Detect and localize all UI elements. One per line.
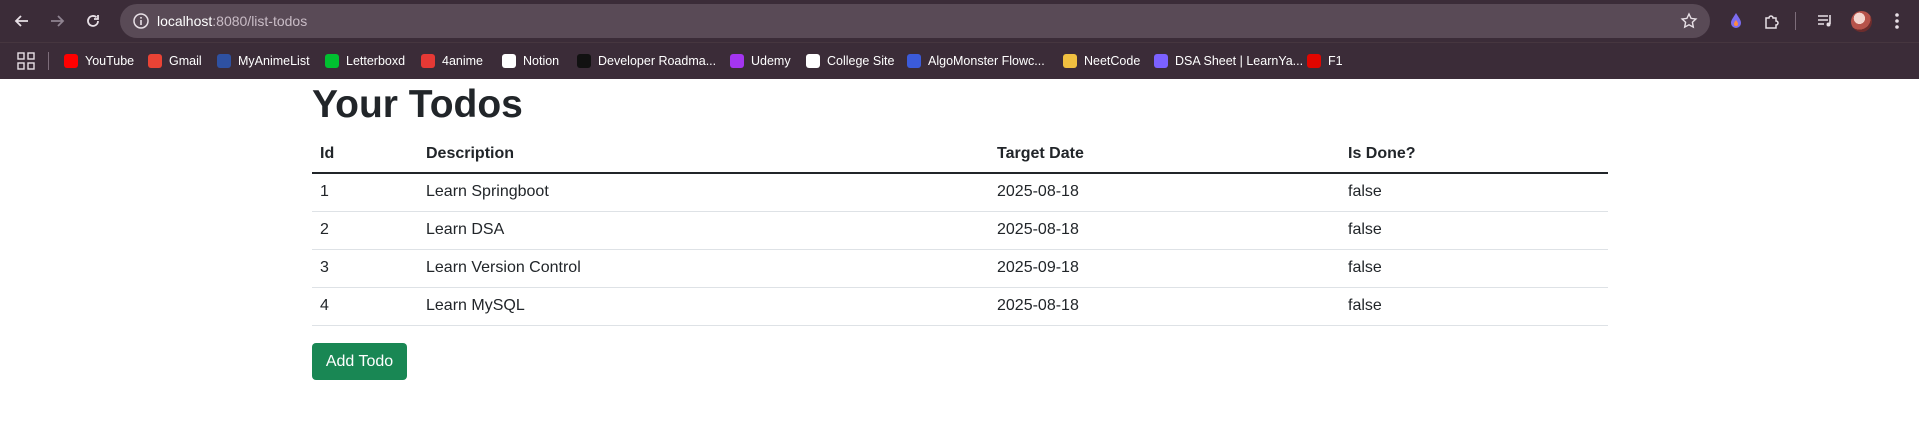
media-controls-icon[interactable] <box>1814 10 1836 32</box>
todos-table: Id Description Target Date Is Done? 1 Le… <box>312 136 1608 326</box>
bookmark-myanimelist[interactable]: MyAnimeList <box>217 52 310 70</box>
page-title: Your Todos <box>312 83 523 126</box>
bookmark-label: YouTube <box>85 54 135 68</box>
bookmark-label: 4anime <box>442 54 483 68</box>
cell-description: Learn MySQL <box>418 287 989 326</box>
bookmark-neetcode[interactable]: NeetCode <box>1063 52 1140 70</box>
notion-icon <box>502 54 516 68</box>
extension-drop-icon[interactable] <box>1725 10 1747 32</box>
bookmark-label: AlgoMonster Flowc... <box>928 54 1045 68</box>
gmail-icon <box>148 54 162 68</box>
bookmarks-bar: YouTube Gmail MyAnimeList Letterboxd 4an… <box>0 42 1919 79</box>
apps-grid-icon[interactable] <box>17 52 35 70</box>
bookmark-label: F1 <box>1328 54 1343 68</box>
cell-id: 1 <box>312 173 418 212</box>
globe-icon <box>806 54 820 68</box>
bookmark-college-site[interactable]: College Site <box>806 52 894 70</box>
bookmark-label: MyAnimeList <box>238 54 310 68</box>
address-bar[interactable]: localhost:8080/list-todos <box>120 4 1710 38</box>
add-todo-button[interactable]: Add Todo <box>312 343 407 380</box>
cell-target-date: 2025-08-18 <box>989 211 1340 250</box>
bookmark-developer-roadmap[interactable]: Developer Roadma... <box>577 52 716 70</box>
profile-avatar[interactable] <box>1851 11 1872 32</box>
bookmark-notion[interactable]: Notion <box>502 52 559 70</box>
toolbar-separator <box>1795 12 1796 30</box>
url-path: :8080/list-todos <box>212 13 308 29</box>
bookmark-dsa-sheet[interactable]: DSA Sheet | LearnYa... <box>1154 52 1303 70</box>
bookmark-label: DSA Sheet | LearnYa... <box>1175 54 1304 68</box>
table-row: 3 Learn Version Control 2025-09-18 false <box>312 249 1608 288</box>
bookmark-label: Letterboxd <box>346 54 406 68</box>
cell-id: 3 <box>312 249 418 288</box>
bookmark-algomonster[interactable]: AlgoMonster Flowc... <box>907 52 1045 70</box>
letterboxd-icon <box>325 54 339 68</box>
udemy-icon <box>730 54 744 68</box>
cell-description: Learn Springboot <box>418 173 989 212</box>
cell-is-done: false <box>1340 287 1608 326</box>
cell-target-date: 2025-08-18 <box>989 287 1340 326</box>
bookmark-f1[interactable]: F1 <box>1307 52 1343 70</box>
bookmark-youtube[interactable]: YouTube <box>64 52 134 70</box>
bookmark-label: Gmail <box>169 54 202 68</box>
bookmark-udemy[interactable]: Udemy <box>730 52 791 70</box>
cell-description: Learn Version Control <box>418 249 989 288</box>
bookmark-gmail[interactable]: Gmail <box>148 52 202 70</box>
bookmark-label: NeetCode <box>1084 54 1141 68</box>
reload-icon[interactable] <box>81 9 105 33</box>
column-header-id: Id <box>312 136 418 174</box>
cell-target-date: 2025-08-18 <box>989 173 1340 212</box>
bookmark-letterboxd[interactable]: Letterboxd <box>325 52 405 70</box>
bookmark-star-icon[interactable] <box>1680 12 1698 30</box>
url-host: localhost <box>157 13 213 29</box>
bookmark-label: Udemy <box>751 54 791 68</box>
back-arrow-icon[interactable] <box>10 9 34 33</box>
forward-arrow-icon[interactable] <box>45 9 69 33</box>
table-row: 1 Learn Springboot 2025-08-18 false <box>312 173 1608 212</box>
cell-id: 2 <box>312 211 418 250</box>
extensions-puzzle-icon[interactable] <box>1761 10 1783 32</box>
cell-id: 4 <box>312 287 418 326</box>
more-menu-icon[interactable] <box>1886 10 1908 32</box>
dsa-sheet-icon <box>1154 54 1168 68</box>
cell-is-done: false <box>1340 211 1608 250</box>
column-header-target-date: Target Date <box>989 136 1340 174</box>
column-header-description: Description <box>418 136 989 174</box>
cell-description: Learn DSA <box>418 211 989 250</box>
table-row: 4 Learn MySQL 2025-08-18 false <box>312 287 1608 326</box>
bookmark-label: College Site <box>827 54 895 68</box>
url-text[interactable]: localhost:8080/list-todos <box>157 13 307 29</box>
table-header-row: Id Description Target Date Is Done? <box>312 136 1608 174</box>
f1-icon <box>1307 54 1321 68</box>
bookmark-label: Notion <box>523 54 560 68</box>
bookmark-4anime[interactable]: 4anime <box>421 52 483 70</box>
table-row: 2 Learn DSA 2025-08-18 false <box>312 211 1608 250</box>
myanimelist-icon <box>217 54 231 68</box>
4anime-icon <box>421 54 435 68</box>
browser-toolbar: localhost:8080/list-todos <box>0 0 1919 42</box>
roadmap-icon <box>577 54 591 68</box>
cell-is-done: false <box>1340 173 1608 212</box>
algomonster-icon <box>907 54 921 68</box>
cell-is-done: false <box>1340 249 1608 288</box>
bookmarks-separator <box>48 52 49 70</box>
bookmark-label: Developer Roadma... <box>598 54 717 68</box>
youtube-icon <box>64 54 78 68</box>
cell-target-date: 2025-09-18 <box>989 249 1340 288</box>
column-header-is-done: Is Done? <box>1340 136 1608 174</box>
site-info-icon[interactable] <box>132 12 150 30</box>
neetcode-icon <box>1063 54 1077 68</box>
